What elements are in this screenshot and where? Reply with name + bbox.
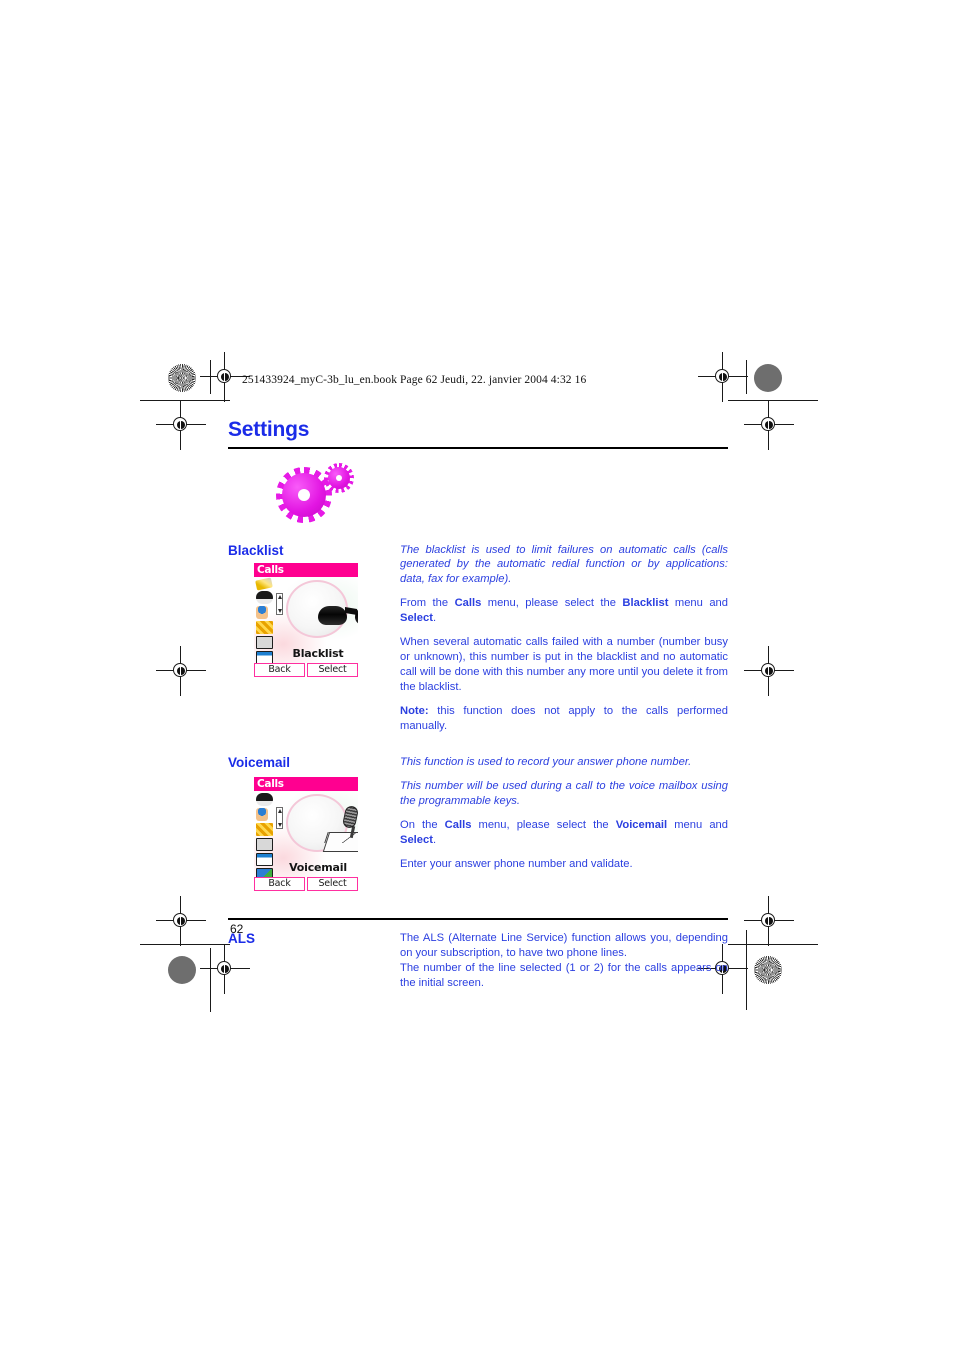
bold-select: Select	[400, 833, 433, 846]
phone-selection-label: Voicemail	[289, 861, 347, 875]
sunglasses-icon	[256, 590, 273, 604]
trim-line-top-right	[728, 400, 818, 401]
phone-main-icon-voicemail	[286, 794, 358, 853]
trim-line-left-vertical-bottom	[210, 948, 211, 1012]
softkey-select[interactable]: Select	[307, 877, 358, 892]
registration-mark-right-lower	[744, 896, 794, 946]
paragraph-voicemail-intro: This function is used to record your ans…	[400, 756, 692, 769]
softkey-select[interactable]: Select	[307, 662, 358, 677]
text-menu-and: menu and	[668, 597, 728, 610]
phone-scrollbar[interactable]	[276, 807, 283, 830]
trim-line-right-vertical-top	[746, 360, 747, 394]
registration-mark-right-middle	[744, 646, 794, 696]
page-sheet: 251433924_myC-3b_lu_en.book Page 62 Jeud…	[0, 0, 954, 1351]
text-period: .	[432, 612, 437, 625]
section-heading-voicemail: Voicemail	[228, 755, 291, 771]
footer-divider	[228, 918, 728, 920]
trim-line-right-vertical-bottom	[746, 930, 747, 1010]
page-number: 62	[230, 922, 244, 936]
bold-calls: Calls	[444, 819, 472, 832]
network-icon	[256, 620, 273, 634]
text-menu-select: menu, please select the	[471, 819, 616, 832]
trim-line-top-left	[140, 400, 230, 401]
softkey-back[interactable]: Back	[254, 877, 305, 892]
section-heading-blacklist: Blacklist	[228, 542, 284, 558]
registration-mark-left-upper	[156, 400, 206, 450]
moire-target-bottom-right	[754, 956, 782, 984]
paragraph-blacklist-behaviour: When several automatic calls failed with…	[400, 636, 728, 693]
registration-mark-left-middle	[156, 646, 206, 696]
page-title: Settings	[228, 418, 310, 441]
paragraph-voicemail-enter: Enter your answer phone number and valid…	[400, 857, 633, 870]
registration-mark-top-right	[698, 352, 748, 402]
softkey-back[interactable]: Back	[254, 662, 305, 677]
section-body-als: The ALS (Alternate Line Service) functio…	[400, 931, 728, 991]
page-content: Settings Blacklist Calls Blacklist Back …	[228, 418, 728, 991]
text-period: .	[432, 833, 437, 846]
keypad-icon	[256, 838, 273, 852]
phone-titlebar: Calls	[254, 777, 358, 792]
phone-scrollbar[interactable]	[276, 592, 283, 615]
phone-titlebar: Calls	[254, 562, 358, 577]
gray-dot-bottom-left	[168, 956, 196, 984]
sunglasses-graphic-icon	[318, 605, 358, 626]
network-icon	[256, 823, 273, 837]
paragraph-blacklist-navigate: From the Calls menu, please select the B…	[400, 596, 728, 626]
registration-mark-right-upper	[744, 400, 794, 450]
phone-main-icon-sunglasses	[286, 579, 358, 638]
text-menu-and: menu and	[667, 819, 728, 832]
title-divider	[228, 447, 728, 449]
bold-select: Select	[400, 612, 433, 625]
gears-icon	[274, 462, 364, 525]
person-icon	[256, 605, 268, 619]
paragraph-blacklist-intro: The blacklist is used to limit failures …	[400, 543, 728, 586]
book-slug-line: 251433924_myC-3b_lu_en.book Page 62 Jeud…	[242, 374, 587, 386]
paragraph-als-description: The ALS (Alternate Line Service) functio…	[400, 932, 728, 960]
text-menu-select: menu, please select the	[481, 597, 623, 610]
phone-canvas: Blacklist	[254, 576, 358, 663]
phone-titlebar-label: Calls	[257, 563, 284, 576]
section-als: ALS The ALS (Alternate Line Service) fun…	[228, 931, 728, 991]
microphone-envelope-graphic-icon	[322, 805, 358, 854]
bold-calls: Calls	[454, 597, 482, 610]
gear-small-icon	[324, 462, 354, 493]
pencil-icon	[255, 577, 273, 591]
phone-softkey-bar: Back Select	[254, 877, 358, 892]
text-note-body: this function does not apply to the call…	[400, 704, 728, 732]
text-from-the: From the	[400, 597, 455, 610]
bold-blacklist: Blacklist	[622, 597, 669, 610]
paragraph-blacklist-note: Note: this function does not apply to th…	[400, 704, 728, 734]
bold-voicemail: Voicemail	[615, 819, 668, 832]
phone-titlebar-label: Calls	[257, 778, 284, 791]
section-body-voicemail: This function is used to record your ans…	[400, 755, 728, 871]
section-voicemail: Voicemail Calls Voicemail Back Select Th…	[228, 755, 728, 896]
phone-canvas: Voicemail	[254, 791, 358, 878]
paragraph-voicemail-usage: This number will be used during a call t…	[400, 780, 728, 808]
bold-note-label: Note:	[400, 704, 429, 717]
section-body-blacklist: The blacklist is used to limit failures …	[400, 543, 728, 734]
trim-line-left-vertical	[210, 360, 211, 394]
phone-softkey-bar: Back Select	[254, 662, 358, 677]
registration-mark-top-left	[200, 352, 250, 402]
phone-screenshot-blacklist: Calls Blacklist Back Select	[254, 562, 358, 681]
trim-line-bottom-left	[140, 944, 230, 945]
moire-target-top-left	[168, 364, 196, 392]
phone-screenshot-voicemail: Calls Voicemail Back Select	[254, 777, 358, 896]
person-icon	[256, 808, 268, 822]
paragraph-voicemail-navigate: On the Calls menu, please select the Voi…	[400, 818, 728, 848]
gray-dot-top-right	[754, 364, 782, 392]
sunglasses-icon	[256, 793, 273, 807]
section-blacklist: Blacklist Calls Blacklist Back Select Th…	[228, 543, 728, 734]
text-on-the: On the	[400, 819, 445, 832]
phone-selection-label: Blacklist	[292, 646, 344, 660]
trim-line-bottom-right	[728, 944, 818, 945]
registration-mark-left-lower	[156, 896, 206, 946]
paragraph-als-line-number: The number of the line selected (1 or 2)…	[400, 962, 728, 990]
section-heading-als: ALS	[228, 931, 255, 947]
